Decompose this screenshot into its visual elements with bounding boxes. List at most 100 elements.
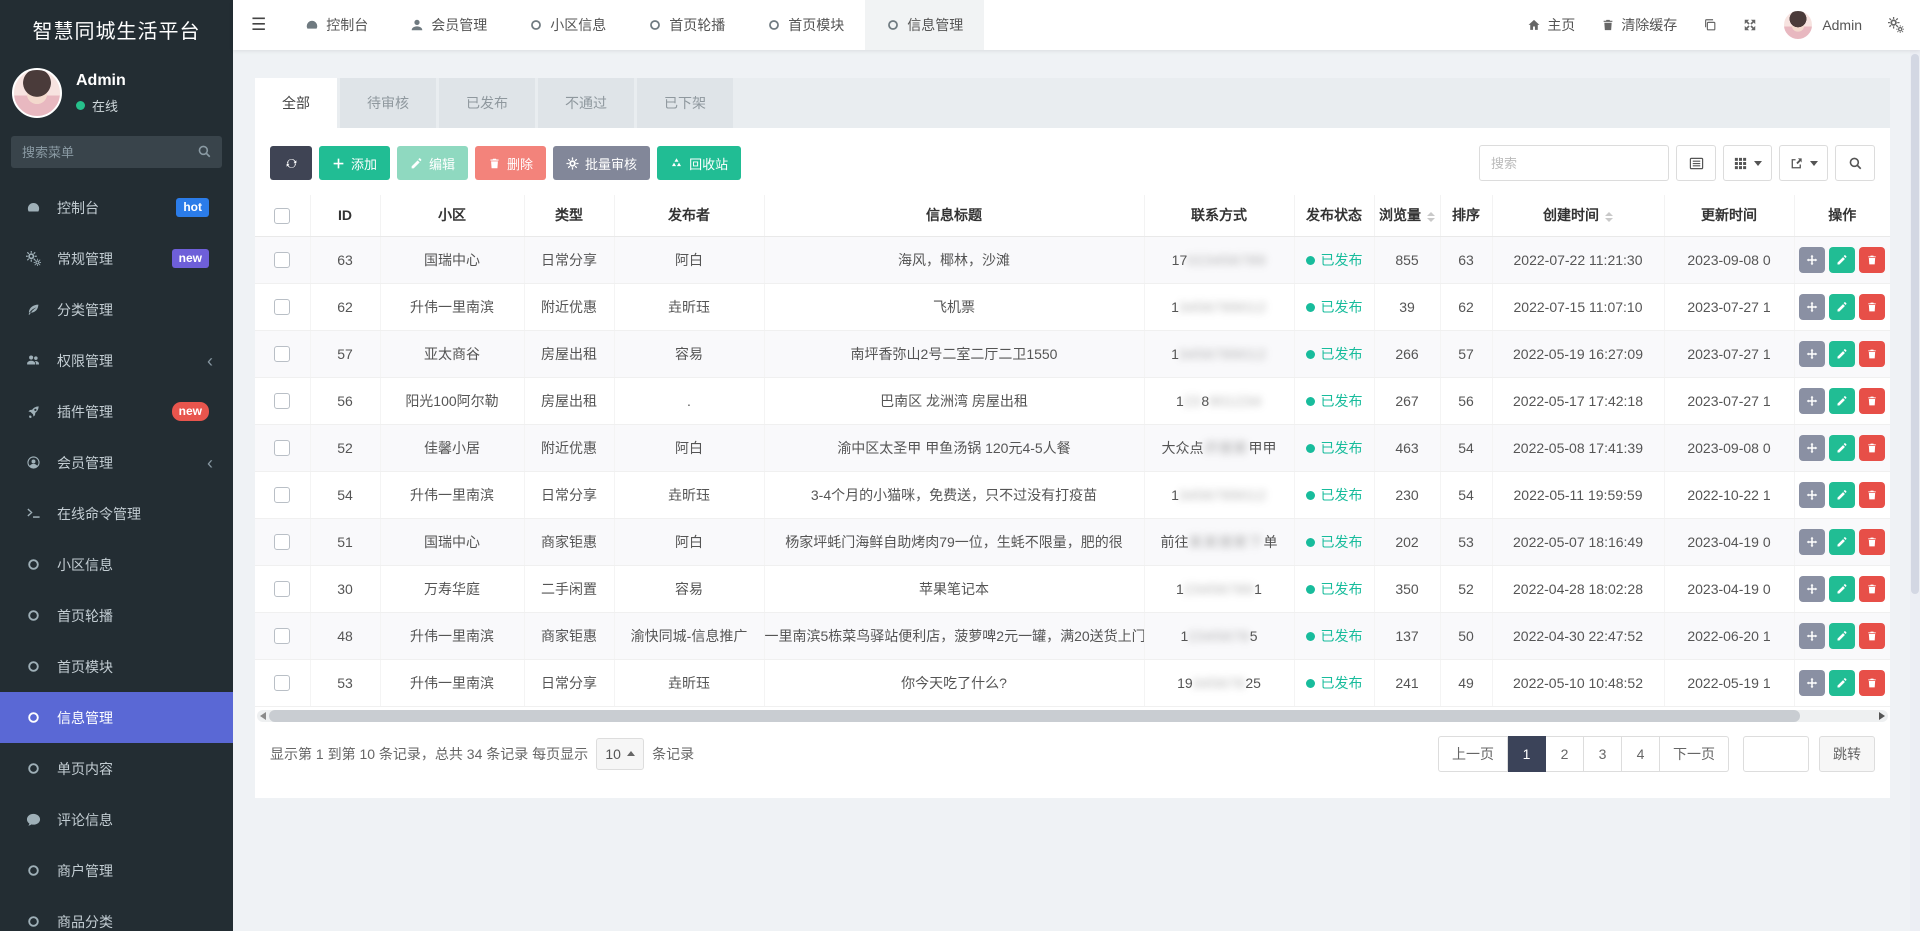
sidebar-item-member[interactable]: 会员管理 ‹ bbox=[0, 437, 233, 488]
delete-row-button[interactable] bbox=[1859, 434, 1886, 461]
tab-rejected[interactable]: 不通过 bbox=[538, 78, 634, 128]
delete-row-button[interactable] bbox=[1859, 340, 1886, 367]
edit-row-button[interactable] bbox=[1829, 528, 1856, 555]
row-checkbox[interactable] bbox=[274, 346, 291, 363]
per-page-dropdown[interactable]: 10 bbox=[596, 737, 645, 770]
delete-row-button[interactable] bbox=[1859, 481, 1886, 508]
columns-button[interactable] bbox=[1723, 145, 1772, 181]
tab-published[interactable]: 已发布 bbox=[439, 78, 535, 128]
pagination-page-2[interactable]: 2 bbox=[1546, 735, 1584, 772]
move-button[interactable] bbox=[1799, 246, 1826, 273]
tab-pending[interactable]: 待审核 bbox=[340, 78, 436, 128]
sidebar-item-general[interactable]: 常规管理 new bbox=[0, 233, 233, 284]
pagination-prev[interactable]: 上一页 bbox=[1438, 735, 1508, 772]
pagination-page-1[interactable]: 1 bbox=[1508, 735, 1546, 772]
copy-icon[interactable] bbox=[1703, 18, 1717, 32]
tab-all[interactable]: 全部 bbox=[255, 78, 337, 128]
page-jump-button[interactable]: 跳转 bbox=[1819, 735, 1875, 772]
edit-row-button[interactable] bbox=[1829, 622, 1856, 649]
navbar-item-home-module[interactable]: 首页模块 bbox=[746, 0, 865, 50]
edit-row-button[interactable] bbox=[1829, 293, 1856, 320]
navbar-item-member[interactable]: 会员管理 bbox=[389, 0, 508, 50]
row-checkbox[interactable] bbox=[274, 534, 291, 551]
navbar-item-dashboard[interactable]: 控制台 bbox=[284, 0, 389, 50]
edit-row-button[interactable] bbox=[1829, 340, 1856, 367]
delete-button[interactable]: 删除 bbox=[475, 146, 547, 180]
column-header[interactable]: 浏览量 bbox=[1374, 195, 1441, 237]
sidebar-item-addon[interactable]: 插件管理 new bbox=[0, 386, 233, 437]
pagination-page-3[interactable]: 3 bbox=[1584, 735, 1622, 772]
row-checkbox[interactable] bbox=[274, 675, 291, 692]
move-button[interactable] bbox=[1799, 340, 1826, 367]
column-header[interactable]: 创建时间 bbox=[1492, 195, 1665, 237]
edit-row-button[interactable] bbox=[1829, 387, 1856, 414]
home-link[interactable]: 主页 bbox=[1527, 15, 1575, 35]
menu-search-input[interactable] bbox=[11, 136, 222, 168]
vertical-scrollbar-thumb[interactable] bbox=[1911, 54, 1919, 594]
delete-row-button[interactable] bbox=[1859, 293, 1886, 320]
tab-offline[interactable]: 已下架 bbox=[637, 78, 733, 128]
edit-row-button[interactable] bbox=[1829, 575, 1856, 602]
edit-row-button[interactable] bbox=[1829, 481, 1856, 508]
move-button[interactable] bbox=[1799, 622, 1826, 649]
delete-row-button[interactable] bbox=[1859, 528, 1886, 555]
settings-cogs-icon[interactable] bbox=[1888, 17, 1904, 33]
page-jump-input[interactable] bbox=[1743, 735, 1809, 772]
sidebar-item-command[interactable]: 在线命令管理 bbox=[0, 488, 233, 539]
row-checkbox[interactable] bbox=[274, 393, 291, 410]
navbar-item-community-info[interactable]: 小区信息 bbox=[508, 0, 627, 50]
edit-row-button[interactable] bbox=[1829, 669, 1856, 696]
delete-row-button[interactable] bbox=[1859, 575, 1886, 602]
delete-row-button[interactable] bbox=[1859, 387, 1886, 414]
pagination-page-4[interactable]: 4 bbox=[1622, 735, 1660, 772]
navbar-item-info-manage[interactable]: 信息管理 bbox=[865, 0, 985, 50]
sidebar-item-home-carousel[interactable]: 首页轮播 bbox=[0, 590, 233, 641]
move-button[interactable] bbox=[1799, 293, 1826, 320]
move-button[interactable] bbox=[1799, 387, 1826, 414]
move-button[interactable] bbox=[1799, 669, 1826, 696]
delete-row-button[interactable] bbox=[1859, 246, 1886, 273]
add-button[interactable]: 添加 bbox=[319, 146, 391, 180]
edit-row-button[interactable] bbox=[1829, 246, 1856, 273]
sort-icon[interactable] bbox=[1605, 211, 1613, 222]
edit-button[interactable]: 编辑 bbox=[397, 146, 469, 180]
row-checkbox[interactable] bbox=[274, 252, 291, 269]
row-checkbox[interactable] bbox=[274, 299, 291, 316]
sidebar-item-community-info[interactable]: 小区信息 bbox=[0, 539, 233, 590]
vertical-scrollbar[interactable] bbox=[1910, 50, 1920, 931]
user-menu[interactable]: Admin bbox=[1783, 10, 1862, 40]
hamburger-menu-icon[interactable]: ☰ bbox=[233, 0, 284, 50]
move-button[interactable] bbox=[1799, 575, 1826, 602]
select-all-checkbox[interactable] bbox=[274, 207, 291, 224]
move-button[interactable] bbox=[1799, 528, 1826, 555]
scroll-right-arrow-icon[interactable] bbox=[1879, 711, 1885, 720]
delete-row-button[interactable] bbox=[1859, 669, 1886, 696]
search-button[interactable] bbox=[1835, 145, 1875, 181]
row-checkbox[interactable] bbox=[274, 581, 291, 598]
sidebar-item-single-page[interactable]: 单页内容 bbox=[0, 743, 233, 794]
edit-row-button[interactable] bbox=[1829, 434, 1856, 461]
clear-cache-link[interactable]: 清除缓存 bbox=[1601, 15, 1677, 35]
move-button[interactable] bbox=[1799, 434, 1826, 461]
row-checkbox[interactable] bbox=[274, 440, 291, 457]
sidebar-item-merchant[interactable]: 商户管理 bbox=[0, 845, 233, 896]
sidebar-item-info-manage[interactable]: 信息管理 bbox=[0, 692, 233, 743]
fullscreen-icon[interactable] bbox=[1743, 18, 1757, 32]
export-button[interactable] bbox=[1779, 145, 1828, 181]
row-checkbox[interactable] bbox=[274, 487, 291, 504]
batch-audit-button[interactable]: 批量审核 bbox=[553, 146, 651, 180]
sidebar-item-category[interactable]: 分类管理 bbox=[0, 284, 233, 335]
sort-icon[interactable] bbox=[1427, 211, 1435, 222]
sidebar-item-dashboard[interactable]: 控制台 hot bbox=[0, 182, 233, 233]
pagination-next[interactable]: 下一页 bbox=[1660, 735, 1729, 772]
delete-row-button[interactable] bbox=[1859, 622, 1886, 649]
detail-view-button[interactable] bbox=[1676, 145, 1716, 181]
row-checkbox[interactable] bbox=[274, 628, 291, 645]
navbar-item-home-carousel[interactable]: 首页轮播 bbox=[627, 0, 746, 50]
table-search-input[interactable] bbox=[1479, 145, 1669, 181]
sidebar-item-comment-info[interactable]: 评论信息 bbox=[0, 794, 233, 845]
move-button[interactable] bbox=[1799, 481, 1826, 508]
refresh-button[interactable] bbox=[270, 146, 312, 180]
horizontal-scrollbar-thumb[interactable] bbox=[269, 709, 1800, 722]
scroll-left-arrow-icon[interactable] bbox=[260, 711, 266, 720]
